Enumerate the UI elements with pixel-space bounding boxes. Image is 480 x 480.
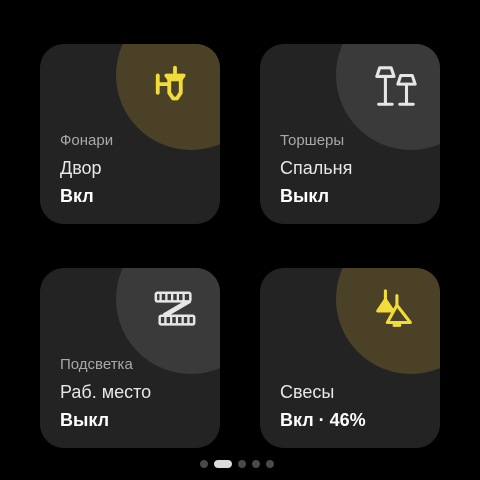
led-strip-icon [150, 286, 200, 336]
tile-status: Вкл · 46% [280, 410, 366, 430]
tile-room: Свесы [280, 382, 335, 402]
tile-room: Двор [60, 158, 102, 178]
floor-lamps-icon [370, 62, 420, 112]
pendant-lamps-icon [370, 286, 420, 336]
tile-status: Вкл [60, 186, 94, 206]
tile-backlight[interactable]: Подсветка Раб. место Выкл [40, 268, 220, 448]
page-indicator [200, 460, 280, 468]
tile-category: Фонари [60, 132, 114, 149]
page-dot[interactable] [266, 460, 274, 468]
tile-category: Подсветка [60, 356, 133, 373]
street-lantern-icon [150, 62, 200, 112]
page-dot[interactable] [238, 460, 246, 468]
page-dot[interactable] [252, 460, 260, 468]
tile-eaves[interactable]: Свесы Вкл · 46% [260, 268, 440, 448]
tile-status: Выкл [60, 410, 110, 430]
tile-floor-lamps[interactable]: Торшеры Спальня Выкл [260, 44, 440, 224]
tile-room: Спальня [280, 158, 353, 178]
page-dot-active[interactable] [214, 460, 232, 468]
tile-category: Торшеры [280, 132, 345, 149]
tile-status: Выкл [280, 186, 330, 206]
page-dot[interactable] [200, 460, 208, 468]
tile-street-lights[interactable]: Фонари Двор Вкл [40, 44, 220, 224]
tile-room: Раб. место [60, 382, 152, 402]
